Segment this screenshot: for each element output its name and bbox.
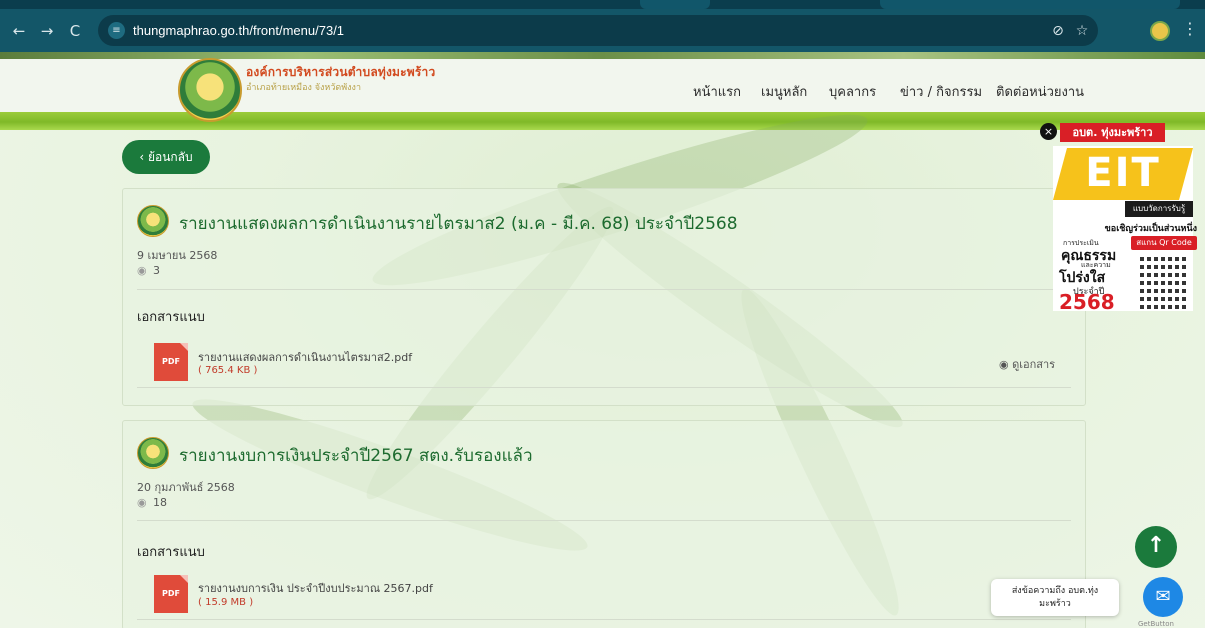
scroll-to-top-button[interactable]: ↑ bbox=[1135, 526, 1177, 568]
pdf-file-icon: PDF bbox=[154, 575, 188, 613]
attachments-label: เอกสารแนบ bbox=[137, 310, 205, 325]
post-card: รายงานแสดงผลการดำเนินงานรายไตรมาส2 (ม.ค … bbox=[122, 188, 1086, 406]
back-button[interactable]: ‹ ย้อนกลับ bbox=[122, 140, 210, 174]
eit-poster: EIT แบบวัดการรับรู้ ขอเชิญร่วมเป็นส่วนหน… bbox=[1053, 146, 1197, 314]
tab-strip bbox=[0, 0, 1205, 9]
divider bbox=[137, 289, 1071, 290]
tab[interactable] bbox=[640, 0, 710, 9]
attachment-file-name[interactable]: รายงานแสดงผลการดำเนินงานไตรมาส2.pdf bbox=[198, 348, 412, 366]
post-title[interactable]: รายงานแสดงผลการดำเนินงานรายไตรมาส2 (ม.ค … bbox=[179, 210, 738, 237]
eit-invite: ขอเชิญร่วมเป็นส่วนหนึ่ง bbox=[1104, 224, 1197, 234]
post-title[interactable]: รายงานงบการเงินประจำปี2567 สตง.รับรองแล้… bbox=[179, 442, 533, 469]
getbutton-credit[interactable]: GetButton bbox=[1138, 620, 1174, 628]
nav-news[interactable]: ข่าว / กิจกรรม bbox=[900, 81, 982, 102]
qr-code[interactable] bbox=[1137, 257, 1189, 309]
eit-scan-label: สแกน Qr Code bbox=[1131, 236, 1197, 250]
nav-personnel[interactable]: บุคลากร bbox=[829, 81, 876, 102]
eit-org-tag: อบต. ทุ่งมะพร้าว bbox=[1060, 123, 1165, 142]
header-decor-band bbox=[0, 52, 1205, 59]
close-icon[interactable]: × bbox=[1040, 123, 1057, 140]
eit-title: EIT bbox=[1085, 150, 1161, 196]
view-document-label: ดูเอกสาร bbox=[1012, 358, 1056, 371]
address-bar[interactable]: ≡ thungmaphrao.go.th/front/menu/73/1 ⊘ ☆ bbox=[98, 15, 1098, 46]
back-arrow-icon[interactable]: ← bbox=[8, 20, 30, 42]
divider bbox=[137, 387, 1071, 388]
eye-off-icon[interactable]: ⊘ bbox=[1048, 21, 1068, 41]
attachment-file-size: ( 765.4 KB ) bbox=[198, 365, 258, 376]
view-count: 3 bbox=[153, 264, 160, 277]
eye-icon: ◉ bbox=[999, 358, 1013, 371]
post-logo-icon bbox=[137, 437, 169, 469]
chat-prompt-bubble[interactable]: ส่งข้อความถึง อบต.ทุ่ง มะพร้าว bbox=[991, 579, 1119, 616]
view-document-link[interactable]: ◉ ดูเอกสาร bbox=[999, 355, 1055, 373]
bookmark-star-icon[interactable]: ☆ bbox=[1072, 21, 1092, 41]
reload-icon[interactable]: C bbox=[64, 20, 86, 42]
chat-prompt-line: มะพร้าว bbox=[1039, 599, 1071, 609]
messenger-icon[interactable]: ✉ bbox=[1143, 577, 1183, 617]
eye-icon: ◉ bbox=[137, 496, 147, 509]
post-date: 20 กุมภาพันธ์ 2568 bbox=[137, 481, 235, 494]
eye-icon: ◉ bbox=[137, 264, 147, 277]
nav-main-menu[interactable]: เมนูหลัก bbox=[761, 81, 807, 102]
attachment-file-size: ( 15.9 MB ) bbox=[198, 597, 254, 608]
browser-toolbar: ← → C ≡ thungmaphrao.go.th/front/menu/73… bbox=[0, 9, 1205, 52]
divider bbox=[137, 520, 1071, 521]
org-subtitle: อำเภอท้ายเหมือง จังหวัดพังงา bbox=[246, 83, 362, 93]
profile-avatar[interactable] bbox=[1150, 21, 1170, 41]
eit-year: 2568 bbox=[1059, 290, 1115, 314]
attachments-label: เอกสารแนบ bbox=[137, 545, 205, 560]
eit-banner[interactable]: × อบต. ทุ่งมะพร้าว EIT แบบวัดการรับรู้ ข… bbox=[1040, 120, 1198, 316]
org-logo[interactable] bbox=[178, 58, 242, 122]
forward-arrow-icon[interactable]: → bbox=[36, 20, 58, 42]
nav-home[interactable]: หน้าแรก bbox=[693, 81, 741, 102]
nav-contact[interactable]: ติดต่อหน่วยงาน bbox=[996, 81, 1084, 102]
browser-chrome: ← → C ≡ thungmaphrao.go.th/front/menu/73… bbox=[0, 0, 1205, 52]
url-text[interactable]: thungmaphrao.go.th/front/menu/73/1 bbox=[133, 23, 344, 38]
eit-subtitle: แบบวัดการรับรู้ bbox=[1125, 201, 1193, 217]
browser-menu-icon[interactable]: ⋮ bbox=[1182, 19, 1198, 38]
chat-prompt-line: ส่งข้อความถึง อบต.ทุ่ง bbox=[1011, 586, 1099, 596]
attachment-file-name[interactable]: รายงานงบการเงิน ประจำปีงบประมาณ 2567.pdf bbox=[198, 579, 433, 597]
post-date: 9 เมษายน 2568 bbox=[137, 249, 218, 262]
view-count: 18 bbox=[153, 496, 167, 509]
site-info-icon[interactable]: ≡ bbox=[108, 22, 125, 39]
divider bbox=[137, 619, 1071, 620]
tab[interactable] bbox=[880, 0, 1180, 9]
post-card: รายงานงบการเงินประจำปี2567 สตง.รับรองแล้… bbox=[122, 420, 1086, 628]
pdf-file-icon: PDF bbox=[154, 343, 188, 381]
post-logo-icon bbox=[137, 205, 169, 237]
